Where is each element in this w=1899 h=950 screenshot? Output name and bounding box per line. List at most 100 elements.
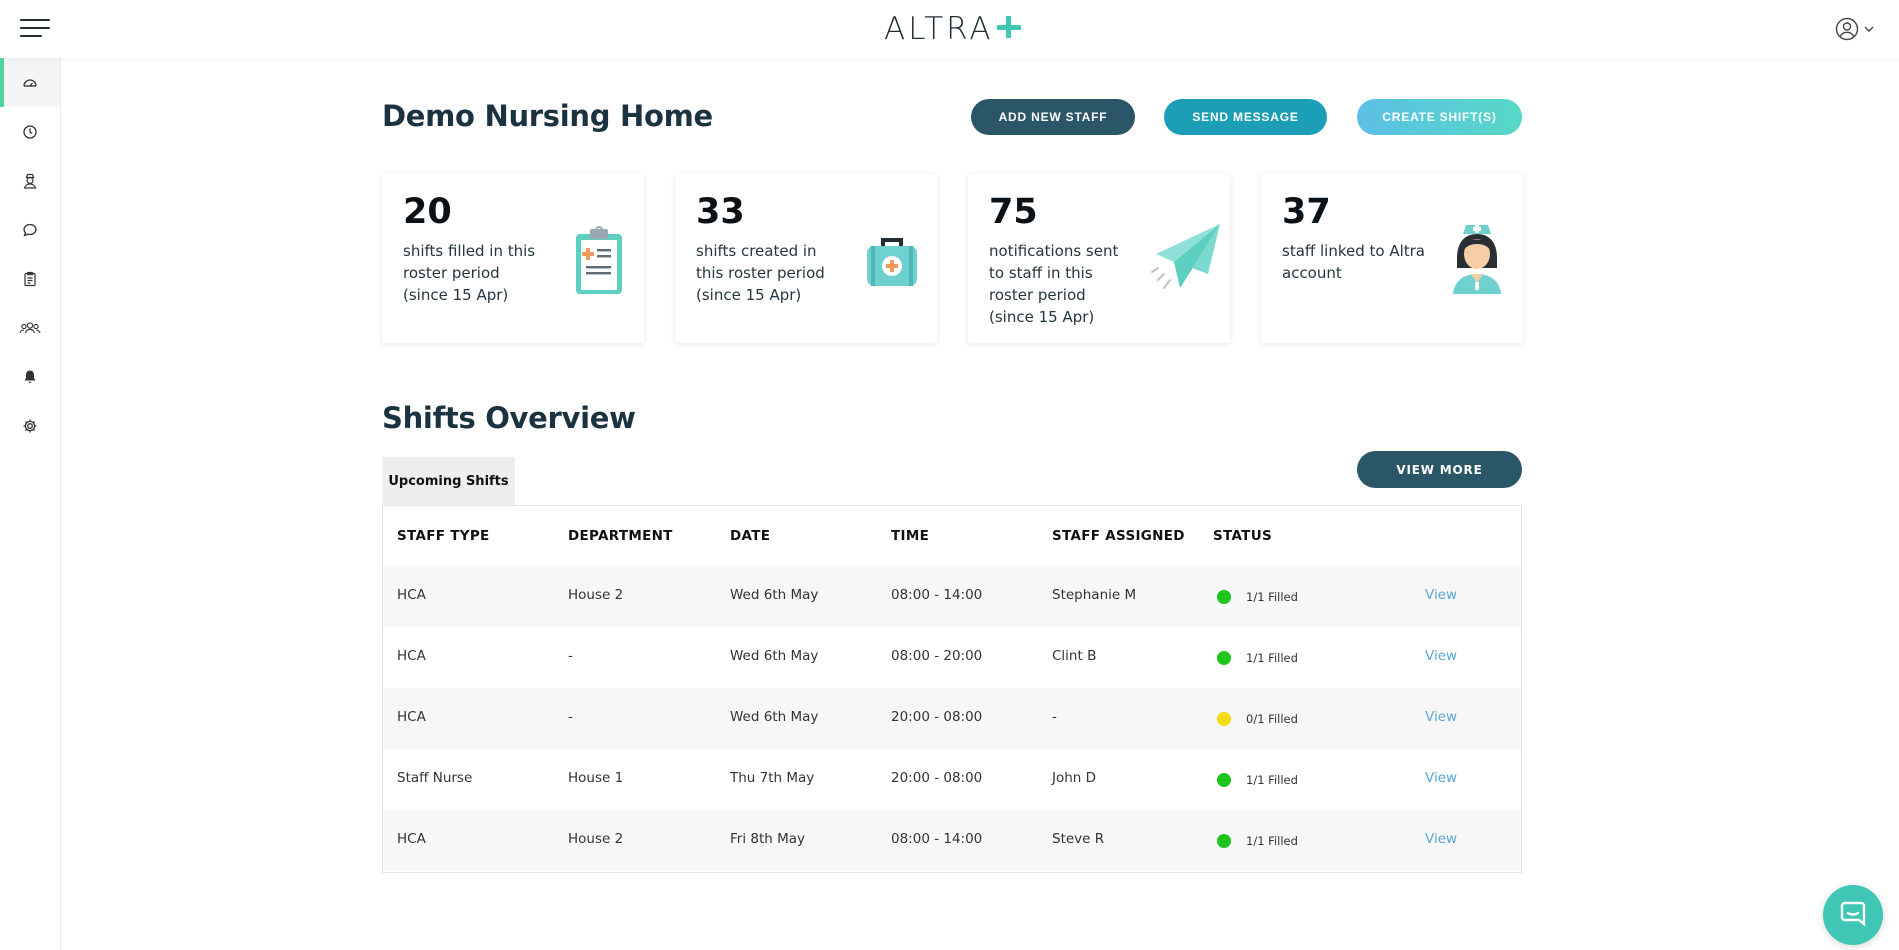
sidebar-item-timesheets[interactable] <box>0 107 60 156</box>
status-dot-icon <box>1217 590 1231 604</box>
stat-card-shifts-created: 33 shifts created in this roster period … <box>675 174 937 343</box>
view-shift-link[interactable]: View <box>1425 831 1457 847</box>
view-shift-link[interactable]: View <box>1425 709 1457 725</box>
sidebar-item-teams[interactable] <box>0 303 60 352</box>
cell-time: 08:00 - 20:00 <box>891 648 983 664</box>
logo-plus-icon <box>994 14 1024 44</box>
chat-icon <box>23 223 37 237</box>
chevron-down-icon <box>1864 26 1874 32</box>
sidebar-item-dashboard[interactable] <box>0 58 60 107</box>
stat-value: 20 <box>403 192 452 232</box>
column-header: DATE <box>730 528 771 544</box>
paper-plane-icon <box>1151 224 1220 289</box>
view-more-button[interactable]: VIEW MORE <box>1357 451 1522 488</box>
cell-department: - <box>568 648 573 664</box>
cell-time: 20:00 - 08:00 <box>891 770 983 786</box>
status-dot-icon <box>1217 773 1231 787</box>
cell-staff-type: HCA <box>397 587 426 603</box>
cell-time: 20:00 - 08:00 <box>891 709 983 725</box>
top-bar: ALTRA <box>0 0 1899 58</box>
column-header: STATUS <box>1213 528 1272 544</box>
gear-icon <box>23 419 37 432</box>
status-dot-icon <box>1217 834 1231 848</box>
cell-date: Wed 6th May <box>730 587 819 603</box>
cell-department: House 2 <box>568 831 624 847</box>
cell-department: House 2 <box>568 587 624 603</box>
account-menu[interactable] <box>1835 17 1875 41</box>
group-icon <box>19 321 41 333</box>
clipboard-medical-icon <box>576 226 622 294</box>
sidebar-item-settings[interactable] <box>0 401 60 450</box>
stat-label: notifications sent to staff in this rost… <box>989 242 1119 326</box>
stat-value: 75 <box>989 192 1038 232</box>
column-header: TIME <box>891 528 930 544</box>
cell-time: 08:00 - 14:00 <box>891 587 983 603</box>
cell-date: Thu 7th May <box>730 770 815 786</box>
status-badge: 1/1 Filled <box>1246 590 1298 604</box>
status-badge: 1/1 Filled <box>1246 834 1298 848</box>
status-dot-icon <box>1217 712 1231 726</box>
sidebar-item-staff[interactable] <box>0 156 60 205</box>
tab-upcoming-shifts[interactable]: Upcoming Shifts <box>382 457 515 505</box>
cell-staff-assigned: Clint B <box>1052 648 1097 664</box>
medical-kit-icon <box>867 238 917 286</box>
table-row: Staff Nurse House 1 Thu 7th May 20:00 - … <box>383 749 1521 810</box>
add-new-staff-button[interactable]: ADD NEW STAFF <box>971 99 1135 135</box>
cell-staff-assigned: - <box>1052 709 1057 725</box>
chat-bubble-icon <box>1840 901 1866 927</box>
cell-date: Wed 6th May <box>730 709 819 725</box>
clock-icon <box>23 124 37 139</box>
sidebar-item-shifts[interactable] <box>0 254 60 303</box>
altra-logo[interactable]: ALTRA <box>884 10 1024 48</box>
bell-icon <box>24 370 36 383</box>
cell-staff-type: HCA <box>397 831 426 847</box>
status-badge: 1/1 Filled <box>1246 773 1298 787</box>
status-dot-icon <box>1217 651 1231 665</box>
sidebar-item-notifications[interactable] <box>0 352 60 401</box>
clipboard-icon <box>24 271 36 286</box>
cell-staff-type: Staff Nurse <box>397 770 473 786</box>
shifts-overview-title: Shifts Overview <box>382 401 636 435</box>
stat-card-staff-linked: 37 staff linked to Altra account <box>1261 174 1523 343</box>
column-header: STAFF TYPE <box>397 528 490 544</box>
sidebar-item-messages[interactable] <box>0 205 60 254</box>
cell-staff-assigned: Stephanie M <box>1052 587 1137 603</box>
stat-card-shifts-filled: 20 shifts filled in this roster period (… <box>382 174 644 343</box>
table-row: HCA House 2 Wed 6th May 08:00 - 14:00 St… <box>383 566 1521 627</box>
column-header: STAFF ASSIGNED <box>1052 528 1185 544</box>
status-badge: 1/1 Filled <box>1246 651 1298 665</box>
stat-label: shifts filled in this roster period (sin… <box>403 242 536 304</box>
cell-date: Fri 8th May <box>730 831 806 847</box>
cell-department: House 1 <box>568 770 624 786</box>
cell-staff-assigned: Steve R <box>1052 831 1105 847</box>
stat-label: staff linked to Altra account <box>1282 242 1425 282</box>
table-row: HCA - Wed 6th May 20:00 - 08:00 - 0/1 Fi… <box>383 688 1521 749</box>
nurse-icon <box>23 173 37 189</box>
stat-value: 37 <box>1282 192 1331 232</box>
create-shifts-button[interactable]: CREATE SHIFT(S) <box>1357 99 1522 135</box>
nurse-avatar-icon <box>1453 225 1501 294</box>
send-message-button[interactable]: SEND MESSAGE <box>1164 99 1327 135</box>
user-circle-icon <box>1835 17 1859 41</box>
column-header: DEPARTMENT <box>568 528 673 544</box>
view-shift-link[interactable]: View <box>1425 648 1457 664</box>
table-header: STAFF TYPE DEPARTMENT DATE TIME STAFF AS… <box>383 506 1521 566</box>
cell-time: 08:00 - 14:00 <box>891 831 983 847</box>
cell-staff-type: HCA <box>397 648 426 664</box>
cell-staff-type: HCA <box>397 709 426 725</box>
cell-date: Wed 6th May <box>730 648 819 664</box>
page-title: Demo Nursing Home <box>382 99 713 133</box>
hamburger-menu-icon[interactable] <box>20 19 50 37</box>
table-row: HCA - Wed 6th May 08:00 - 20:00 Clint B … <box>383 627 1521 688</box>
stat-card-notifications: 75 notifications sent to staff in this r… <box>968 174 1230 343</box>
shifts-table: STAFF TYPE DEPARTMENT DATE TIME STAFF AS… <box>382 505 1522 873</box>
view-shift-link[interactable]: View <box>1425 587 1457 603</box>
stat-value: 33 <box>696 192 745 232</box>
sidebar <box>0 58 61 950</box>
cell-staff-assigned: John D <box>1052 770 1097 786</box>
dashboard-gauge-icon <box>23 78 37 87</box>
status-badge: 0/1 Filled <box>1246 712 1298 726</box>
chat-launcher-button[interactable] <box>1823 885 1883 945</box>
cell-department: - <box>568 709 573 725</box>
view-shift-link[interactable]: View <box>1425 770 1457 786</box>
